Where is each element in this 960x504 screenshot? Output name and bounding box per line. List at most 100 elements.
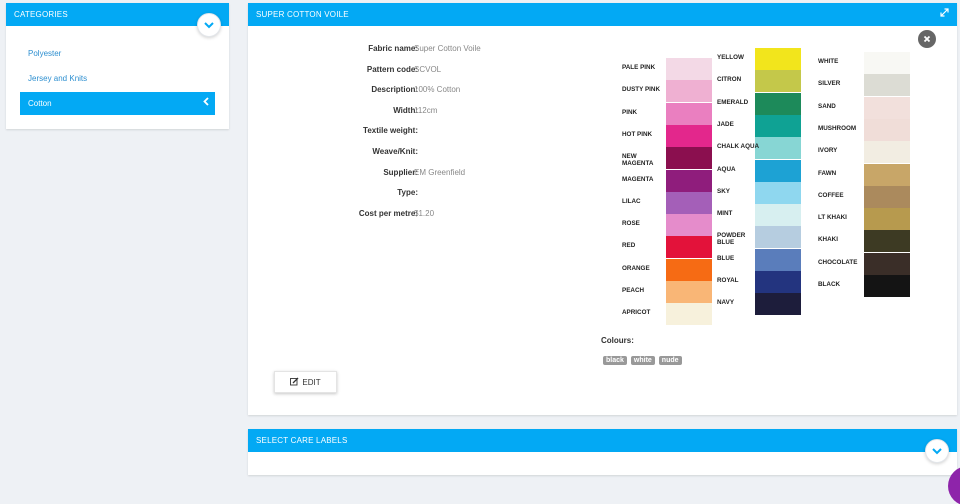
swatch-label: NEW MAGENTA	[622, 153, 654, 168]
field-label: Width:	[393, 105, 418, 115]
swatch-lilac	[666, 191, 712, 214]
swatch-ivory	[864, 141, 910, 164]
swatch-label: SAND	[818, 102, 836, 110]
swatch-label: SKY	[717, 187, 730, 195]
field-value: $1.20	[414, 208, 435, 218]
swatch-yellow	[755, 48, 801, 70]
category-item-polyester[interactable]: Polyester	[20, 42, 215, 65]
field-pattern-code: Pattern code: SCVOL	[248, 62, 608, 83]
swatch-label: AQUA	[717, 165, 736, 173]
swatch-coffee	[864, 185, 910, 208]
field-label: Weave/Knit:	[372, 146, 418, 156]
categories-header: CATEGORIES	[6, 3, 229, 26]
field-value: Super Cotton Voile	[414, 44, 481, 53]
swatch-powder-blue	[755, 226, 801, 249]
fabric-header: SUPER COTTON VOILE	[248, 3, 957, 26]
edit-button[interactable]: EDIT	[274, 371, 337, 393]
swatch-label: POWDER BLUE	[717, 232, 746, 247]
swatch-label: ORANGE	[622, 264, 650, 272]
field-value: EM Greenfield	[414, 167, 466, 177]
colour-tag[interactable]: white	[630, 356, 655, 365]
swatch-label: RED	[622, 242, 636, 250]
colour-tag[interactable]: black	[603, 356, 627, 365]
expand-icon[interactable]	[940, 3, 949, 26]
swatch-blue	[755, 248, 801, 271]
swatch-label: PEACH	[622, 287, 645, 294]
swatch-peach	[666, 281, 712, 303]
swatch-label: FAWN	[818, 169, 837, 177]
fabric-detail-panel: SUPER COTTON VOILE Fabric name: Super Co…	[248, 3, 957, 415]
swatch-label: BLUE	[717, 254, 735, 262]
swatch-navy	[755, 293, 801, 316]
edit-label: EDIT	[302, 377, 321, 387]
care-labels-header: SELECT CARE LABELS	[248, 429, 957, 452]
swatch-label: YELLOW	[717, 54, 744, 61]
care-labels-expand-button[interactable]	[925, 439, 949, 463]
swatch-sky	[755, 181, 801, 204]
swatch-black	[864, 275, 910, 297]
edit-icon	[290, 377, 299, 388]
fabric-title: SUPER COTTON VOILE	[256, 10, 349, 19]
swatch-label: PINK	[622, 108, 638, 116]
field-value: 100% Cotton	[414, 85, 461, 95]
swatch-label: MAGENTA	[622, 175, 654, 183]
swatch-mushroom	[864, 118, 910, 141]
category-label: Jersey and Knits	[28, 74, 88, 83]
swatch-label: LILAC	[622, 197, 641, 205]
swatch-label: ROSE	[622, 220, 640, 228]
colours-label: Colours:	[601, 336, 634, 345]
swatch-label: BLACK	[818, 281, 841, 288]
chevron-left-icon	[203, 92, 209, 115]
close-icon	[923, 30, 931, 48]
close-image-button[interactable]	[918, 30, 936, 48]
fabric-fields: Fabric name: Super Cotton Voile Pattern …	[248, 41, 608, 226]
care-labels-panel: SELECT CARE LABELS	[248, 429, 957, 475]
swatch-label: CHALK AQUA	[717, 143, 760, 151]
colour-tags: black white nude	[603, 356, 682, 365]
categories-title: CATEGORIES	[14, 10, 68, 19]
swatch-white	[864, 52, 910, 74]
swatch-red	[666, 236, 712, 259]
swatch-aqua	[755, 159, 801, 182]
field-label: Description:	[371, 85, 418, 95]
field-value: SCVOL	[414, 64, 442, 74]
swatch-label: HOT PINK	[622, 130, 653, 138]
swatch-silver	[864, 74, 910, 97]
category-item-jersey-and-knits[interactable]: Jersey and Knits	[20, 67, 215, 90]
swatch-label: CHOCOLATE	[818, 258, 858, 266]
swatch-orange	[666, 258, 712, 281]
swatch-label: COFFEE	[818, 191, 844, 199]
swatch-khaki	[864, 230, 910, 253]
category-item-cotton[interactable]: Cotton	[20, 92, 215, 115]
field-label: Cost per metre:	[358, 208, 418, 218]
swatch-apricot	[666, 303, 712, 326]
category-label: Cotton	[28, 99, 52, 108]
colour-tag[interactable]: nude	[658, 356, 682, 365]
care-labels-title: SELECT CARE LABELS	[256, 436, 348, 445]
field-description: Description: 100% Cotton	[248, 82, 608, 103]
category-label: Polyester	[28, 49, 62, 58]
field-weave-knit: Weave/Knit:	[248, 144, 608, 165]
swatch-label: CITRON	[717, 76, 742, 84]
swatch-jade	[755, 114, 801, 137]
swatch-label: MUSHROOM	[818, 124, 857, 132]
swatch-dusty-pink	[666, 80, 712, 103]
field-label: Type:	[397, 188, 418, 198]
colour-swatch-image: PALE PINK DUSTY PINK PINK HOT PINK NEW MAGEN…	[616, 38, 926, 338]
field-type: Type:	[248, 185, 608, 206]
swatch-sand	[864, 96, 910, 119]
field-label: Supplier:	[383, 167, 418, 177]
categories-collapse-button[interactable]	[197, 13, 221, 37]
swatch-lt-khaki	[864, 208, 910, 231]
swatch-magenta	[666, 169, 712, 192]
field-supplier: Supplier: EM Greenfield	[248, 165, 608, 186]
swatch-label: KHAKI	[818, 236, 838, 244]
swatch-label: PALE PINK	[622, 64, 656, 71]
swatch-label: NAVY	[717, 299, 735, 307]
field-width: Width: 112cm	[248, 103, 608, 124]
swatch-label: DUSTY PINK	[622, 86, 661, 94]
swatch-pink	[666, 102, 712, 125]
field-cost-per-metre: Cost per metre: $1.20	[248, 206, 608, 227]
swatch-label: WHITE	[818, 58, 839, 65]
field-fabric-name: Fabric name: Super Cotton Voile	[248, 41, 608, 62]
